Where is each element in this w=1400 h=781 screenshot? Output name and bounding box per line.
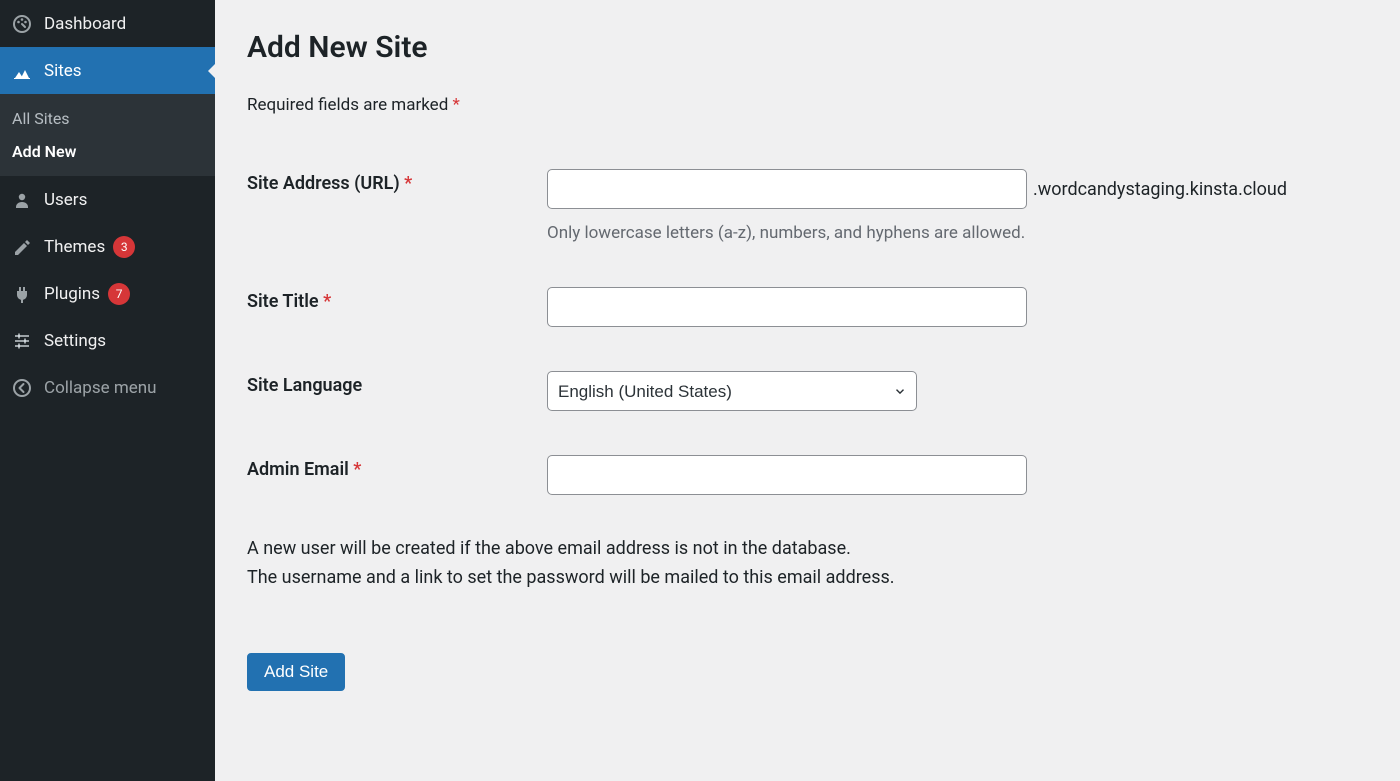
submenu-label-add-new: Add New xyxy=(12,142,76,161)
sidebar-submenu-sites: All Sites Add New xyxy=(0,94,215,176)
label-site-title-text: Site Title xyxy=(247,291,319,312)
sidebar-item-users[interactable]: Users xyxy=(0,176,215,223)
label-site-address: Site Address (URL) * xyxy=(247,155,547,273)
themes-badge: 3 xyxy=(113,236,135,258)
required-fields-note: Required fields are marked * xyxy=(247,95,1368,115)
required-asterisk-icon: * xyxy=(453,95,460,115)
sidebar-item-dashboard[interactable]: Dashboard xyxy=(0,0,215,47)
label-admin-email: Admin Email * xyxy=(247,441,547,525)
sidebar-label-plugins: Plugins xyxy=(44,284,100,304)
sidebar-item-plugins[interactable]: Plugins 7 xyxy=(0,270,215,317)
info-line-1: A new user will be created if the above … xyxy=(247,535,1368,564)
dashboard-icon xyxy=(10,14,34,34)
sidebar-label-dashboard: Dashboard xyxy=(44,14,126,34)
required-note-text: Required fields are marked xyxy=(247,95,448,115)
sites-icon xyxy=(10,61,34,81)
sidebar-label-users: Users xyxy=(44,190,87,210)
site-address-input[interactable] xyxy=(547,169,1027,209)
themes-icon xyxy=(10,237,34,257)
sidebar-label-themes: Themes xyxy=(44,237,105,257)
info-line-2: The username and a link to set the passw… xyxy=(247,564,1368,593)
add-site-button[interactable]: Add Site xyxy=(247,653,345,691)
label-site-language-text: Site Language xyxy=(247,375,362,396)
main-content: Add New Site Required fields are marked … xyxy=(215,0,1400,781)
sidebar-item-settings[interactable]: Settings xyxy=(0,317,215,364)
collapse-icon xyxy=(10,378,34,398)
sidebar-item-sites[interactable]: Sites xyxy=(0,47,215,94)
site-language-select[interactable]: English (United States) xyxy=(547,371,917,411)
label-admin-email-text: Admin Email xyxy=(247,459,349,480)
plugins-badge: 7 xyxy=(108,283,130,305)
admin-sidebar: Dashboard Sites All Sites Add New Users xyxy=(0,0,215,781)
required-asterisk-icon: * xyxy=(404,173,412,194)
add-site-form: Site Address (URL) * .wordcandystaging.k… xyxy=(247,155,1368,525)
sidebar-label-settings: Settings xyxy=(44,331,106,351)
site-title-input[interactable] xyxy=(547,287,1027,327)
submenu-label-all-sites: All Sites xyxy=(12,109,70,128)
sidebar-subitem-add-new[interactable]: Add New xyxy=(0,135,215,168)
required-asterisk-icon: * xyxy=(353,459,361,480)
settings-icon xyxy=(10,331,34,351)
sidebar-label-collapse: Collapse menu xyxy=(44,378,157,398)
label-site-address-text: Site Address (URL) xyxy=(247,173,400,194)
admin-email-input[interactable] xyxy=(547,455,1027,495)
plugins-icon xyxy=(10,284,34,304)
sidebar-item-collapse[interactable]: Collapse menu xyxy=(0,364,215,411)
sidebar-label-sites: Sites xyxy=(44,61,82,81)
sidebar-subitem-all-sites[interactable]: All Sites xyxy=(0,102,215,135)
label-site-language: Site Language xyxy=(247,357,547,441)
site-address-help: Only lowercase letters (a-z), numbers, a… xyxy=(547,223,1358,243)
site-address-suffix: .wordcandystaging.kinsta.cloud xyxy=(1033,179,1287,200)
sidebar-item-themes[interactable]: Themes 3 xyxy=(0,223,215,270)
required-asterisk-icon: * xyxy=(323,291,331,312)
page-title: Add New Site xyxy=(247,30,1368,65)
label-site-title: Site Title * xyxy=(247,273,547,357)
users-icon xyxy=(10,190,34,210)
